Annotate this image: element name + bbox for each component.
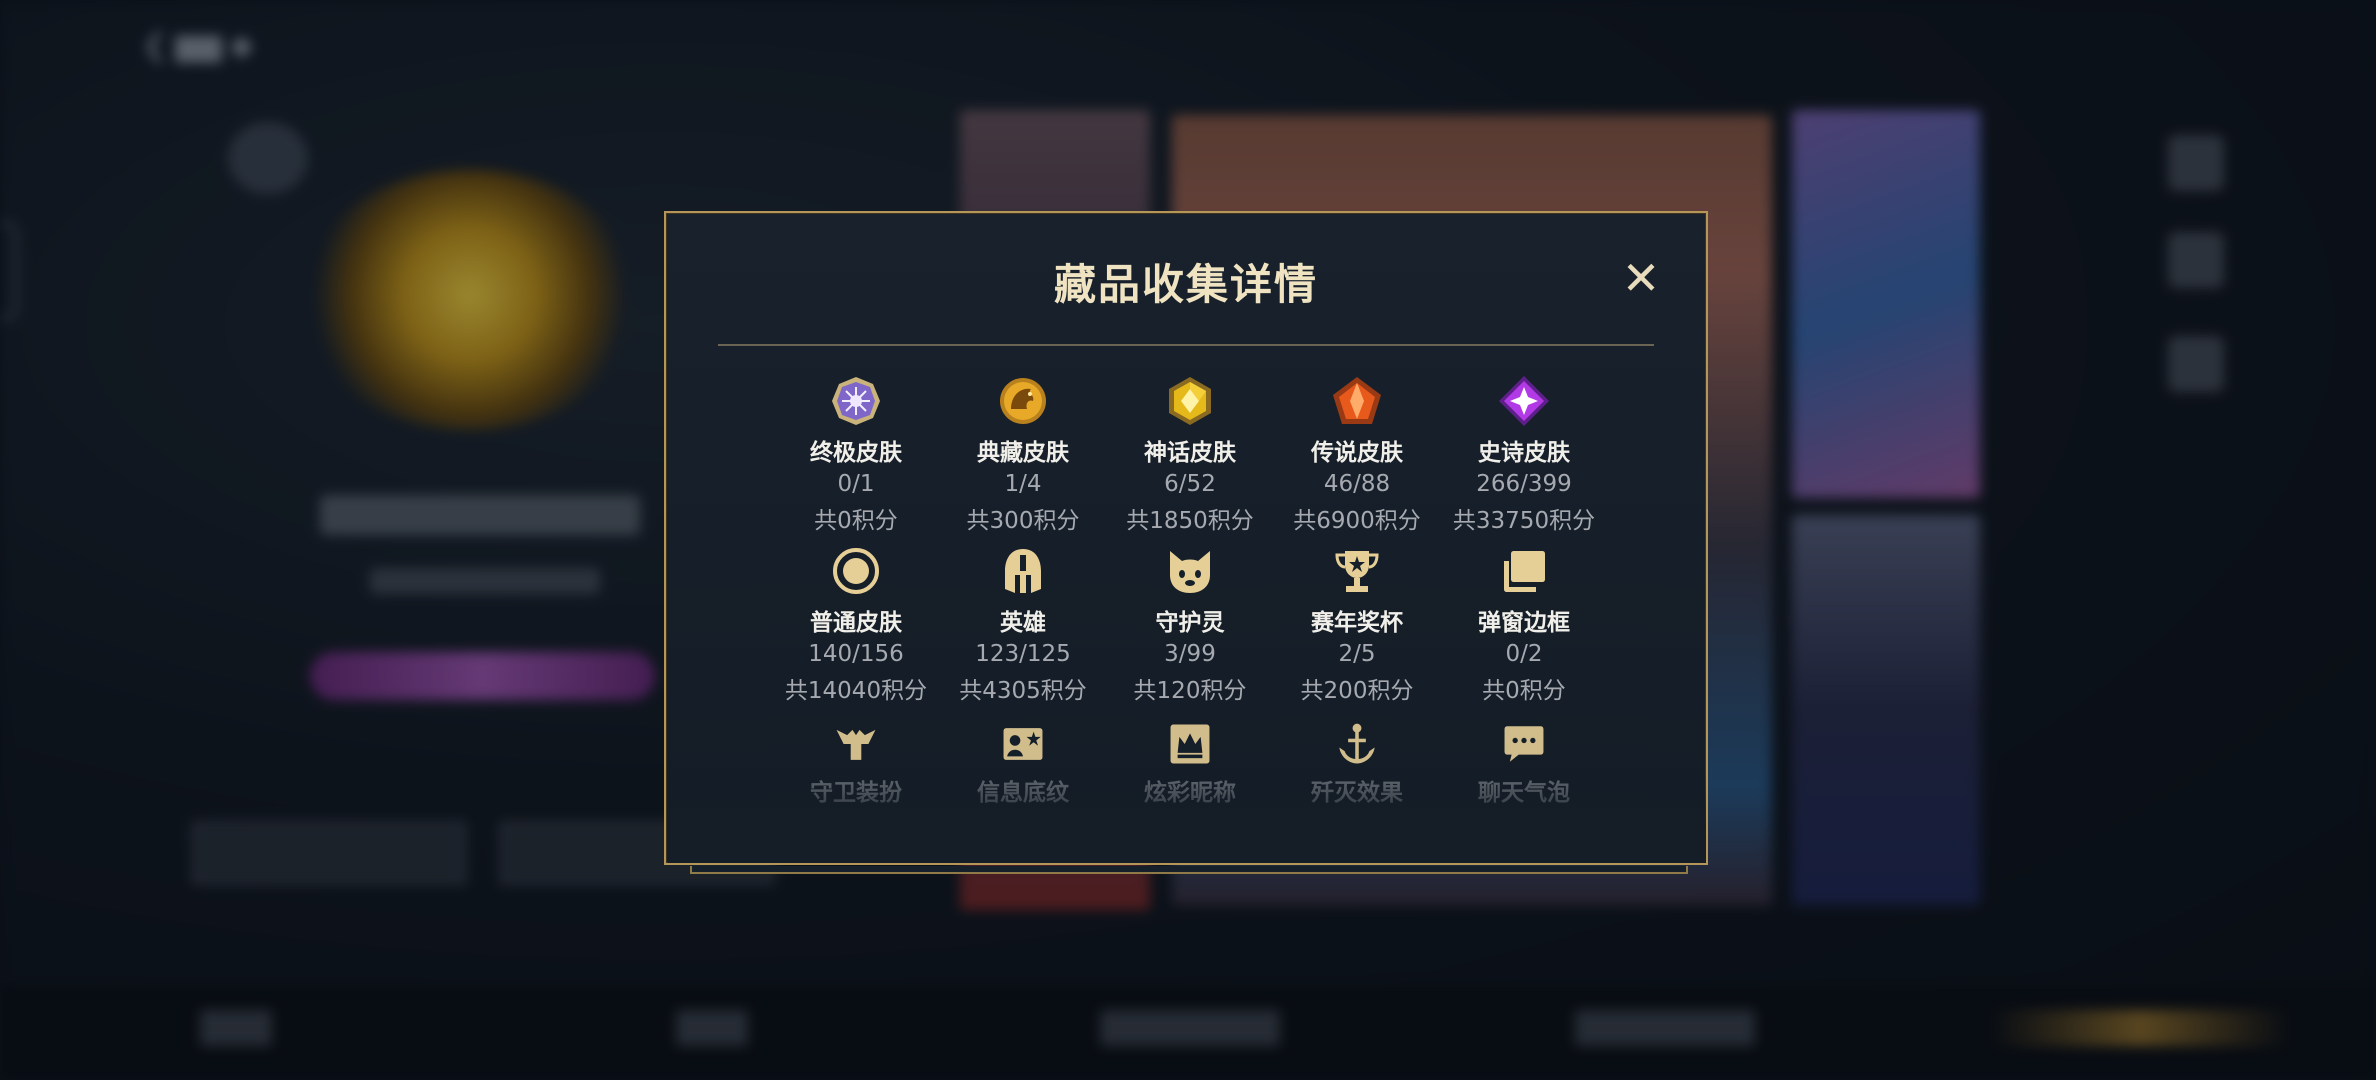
- chat-bubble-icon: [1504, 726, 1544, 762]
- item-points: 共300积分: [966, 508, 1080, 534]
- dialog-bottom-trim: [690, 866, 1688, 874]
- collection-skin-dragon-icon: [1000, 378, 1046, 424]
- item-points: 共1850积分: [1126, 508, 1254, 534]
- item-count: 123/125: [975, 641, 1071, 667]
- collection-item-normal-skin[interactable]: 普通皮肤 140/156 共14040积分: [766, 545, 946, 705]
- item-count: 0/1: [837, 471, 875, 497]
- myth-skin-gem-icon: [1169, 377, 1211, 425]
- collection-item-chat-bubble[interactable]: 聊天气泡: [1434, 721, 1614, 807]
- guard-outfit-icon: [836, 729, 876, 760]
- annihilation-effect-icon: [1339, 723, 1375, 764]
- collection-item-popup-frame[interactable]: 弹窗边框 0/2 共0积分: [1434, 545, 1614, 705]
- item-points: 共6900积分: [1293, 508, 1421, 534]
- item-points: 共0积分: [1482, 678, 1566, 704]
- item-label: 神话皮肤: [1144, 440, 1236, 466]
- item-label: 英雄: [1000, 610, 1046, 636]
- item-count: 46/88: [1323, 471, 1391, 497]
- collection-item-season-trophy[interactable]: 赛年奖杯 2/5 共200积分: [1267, 545, 1447, 705]
- item-label: 守卫装扮: [810, 780, 902, 806]
- item-label: 聊天气泡: [1478, 780, 1570, 806]
- collection-item-myth-skin[interactable]: 神话皮肤 6/52 共1850积分: [1100, 375, 1280, 535]
- collection-item-ultimate-skin[interactable]: 终极皮肤 0/1 共0积分: [766, 375, 946, 535]
- collection-item-hero[interactable]: 英雄 123/125 共4305积分: [933, 545, 1113, 705]
- item-label: 传说皮肤: [1311, 440, 1403, 466]
- collection-item-epic-skin[interactable]: 史诗皮肤 266/399 共33750积分: [1434, 375, 1614, 535]
- guardian-spirit-icon: [1170, 551, 1210, 593]
- item-points: 共4305积分: [959, 678, 1087, 704]
- item-count: 0/2: [1505, 641, 1543, 667]
- item-count: 266/399: [1476, 471, 1572, 497]
- item-label: 歼灭效果: [1311, 780, 1403, 806]
- collection-item-annihilation-effect[interactable]: 歼灭效果: [1267, 721, 1447, 807]
- item-points: 共14040积分: [784, 678, 928, 704]
- collection-item-guard-outfit[interactable]: 守卫装扮: [766, 721, 946, 807]
- item-count: 140/156: [808, 641, 904, 667]
- close-icon[interactable]: ✕: [1616, 253, 1666, 303]
- colorful-nickname-icon: [1170, 724, 1210, 764]
- collection-item-legend-skin[interactable]: 传说皮肤 46/88 共6900积分: [1267, 375, 1447, 535]
- ultimate-skin-gem-icon: [832, 377, 880, 425]
- item-points: 共33750积分: [1452, 508, 1596, 534]
- item-count: 2/5: [1338, 641, 1376, 667]
- item-label: 弹窗边框: [1478, 610, 1570, 636]
- info-background-icon: [1003, 728, 1043, 760]
- item-count: 3/99: [1164, 641, 1216, 667]
- item-points: 共200积分: [1300, 678, 1414, 704]
- collection-item-colorful-nickname[interactable]: 炫彩昵称: [1100, 721, 1280, 807]
- item-points: 共0积分: [814, 508, 898, 534]
- item-label: 史诗皮肤: [1478, 440, 1570, 466]
- epic-skin-gem-icon: [1499, 376, 1549, 426]
- hero-helmet-icon: [1005, 549, 1041, 593]
- item-points: 共120积分: [1133, 678, 1247, 704]
- item-label: 典藏皮肤: [977, 440, 1069, 466]
- item-label: 信息底纹: [977, 780, 1069, 806]
- item-label: 守护灵: [1155, 610, 1225, 636]
- collection-item-info-background[interactable]: 信息底纹: [933, 721, 1113, 807]
- item-count: 1/4: [1004, 471, 1042, 497]
- item-label: 赛年奖杯: [1311, 610, 1403, 636]
- title-divider: [718, 344, 1654, 346]
- dialog-title: 藏品收集详情: [1053, 260, 1318, 309]
- collection-details-dialog: 藏品收集详情 ✕ 终极皮肤 0/1 共0积分 典藏皮肤 1/4 共300积分 神…: [664, 211, 1708, 865]
- item-label: 普通皮肤: [810, 610, 902, 636]
- season-trophy-icon: [1335, 551, 1379, 592]
- collection-item-collection-skin[interactable]: 典藏皮肤 1/4 共300积分: [933, 375, 1113, 535]
- item-label: 终极皮肤: [810, 440, 902, 466]
- collection-item-guardian-spirit[interactable]: 守护灵 3/99 共120积分: [1100, 545, 1280, 705]
- normal-skin-ring-icon: [833, 548, 879, 594]
- popup-frame-icon: [1504, 551, 1545, 592]
- item-label: 炫彩昵称: [1144, 780, 1236, 806]
- item-count: 6/52: [1164, 471, 1216, 497]
- legend-skin-gem-icon: [1333, 377, 1381, 424]
